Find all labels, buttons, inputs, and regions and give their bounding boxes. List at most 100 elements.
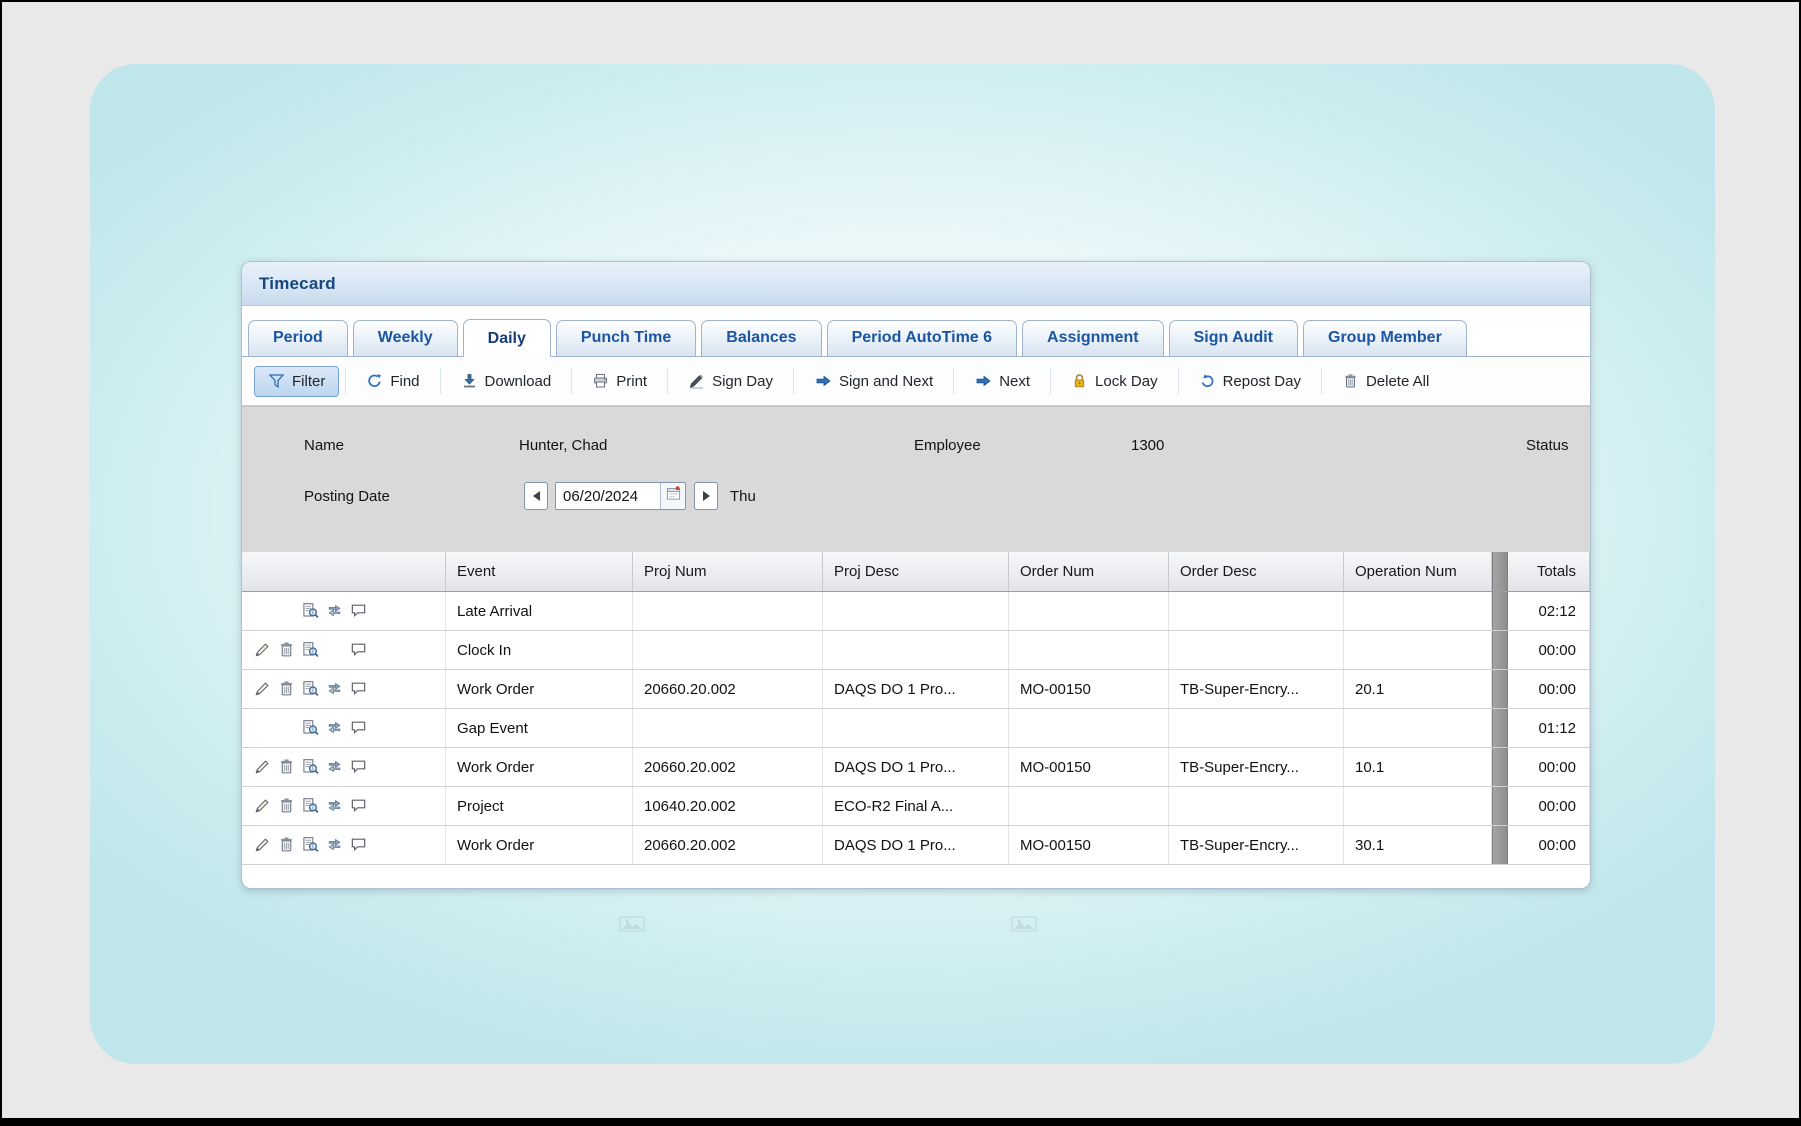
tab-period[interactable]: Period [248, 320, 348, 356]
cell-totals: 01:12 [1508, 709, 1590, 747]
toolbar-divider [1321, 368, 1322, 394]
cell-event: Work Order [446, 826, 633, 864]
cell-totals: 00:00 [1508, 631, 1590, 669]
cell-proj-desc: DAQS DO 1 Pro... [823, 670, 1009, 708]
cell-operation-num [1344, 592, 1492, 630]
transfer-icon[interactable] [326, 758, 348, 776]
zoom-icon[interactable] [302, 797, 324, 815]
column-header-order-desc[interactable]: Order Desc [1169, 552, 1344, 591]
table-row[interactable]: Project 10640.20.002 ECO-R2 Final A... 0… [242, 787, 1590, 826]
column-header-order-num[interactable]: Order Num [1009, 552, 1169, 591]
tab-weekly[interactable]: Weekly [353, 320, 458, 356]
delete-icon[interactable] [278, 836, 300, 854]
edit-icon[interactable] [254, 680, 276, 698]
comment-icon[interactable] [350, 758, 372, 776]
posting-date-label: Posting Date [304, 486, 390, 508]
posting-date-input[interactable] [556, 483, 660, 509]
edit-icon[interactable] [254, 797, 276, 815]
table-row[interactable]: Work Order 20660.20.002 DAQS DO 1 Pro...… [242, 748, 1590, 787]
sign-day-label: Sign Day [712, 373, 773, 390]
cell-event: Work Order [446, 748, 633, 786]
next-day-button[interactable] [694, 482, 718, 510]
toolbar-divider [1178, 368, 1179, 394]
transfer-icon[interactable] [326, 680, 348, 698]
tab-period-autotime-6[interactable]: Period AutoTime 6 [827, 320, 1017, 356]
calendar-icon [666, 486, 681, 506]
comment-icon[interactable] [350, 602, 372, 620]
next-button[interactable]: Next [960, 366, 1044, 397]
zoom-icon[interactable] [302, 641, 324, 659]
zoom-icon[interactable] [302, 602, 324, 620]
right-arrow-icon [703, 491, 710, 501]
tab-strip: Period Weekly Daily Punch Time Balances … [242, 306, 1590, 357]
comment-icon[interactable] [350, 680, 372, 698]
cell-order-num [1009, 592, 1169, 630]
cell-order-desc [1169, 709, 1344, 747]
table-row[interactable]: Late Arrival 02:12 [242, 592, 1590, 631]
filter-button[interactable]: Filter [254, 366, 339, 397]
frozen-column-splitter [1492, 748, 1508, 786]
tab-balances[interactable]: Balances [701, 320, 821, 356]
toolbar-divider [953, 368, 954, 394]
sign-and-next-button[interactable]: Sign and Next [800, 366, 947, 397]
zoom-icon[interactable] [302, 836, 324, 854]
table-row[interactable]: Work Order 20660.20.002 DAQS DO 1 Pro...… [242, 670, 1590, 709]
delete-icon[interactable] [278, 641, 300, 659]
delete-all-button[interactable]: Delete All [1328, 366, 1443, 397]
download-icon [461, 373, 478, 389]
frozen-column-splitter [1492, 631, 1508, 669]
delete-icon[interactable] [278, 680, 300, 698]
comment-icon[interactable] [350, 836, 372, 854]
zoom-icon[interactable] [302, 758, 324, 776]
edit-icon[interactable] [254, 641, 276, 659]
table-row[interactable]: Clock In 00:00 [242, 631, 1590, 670]
previous-day-button[interactable] [524, 482, 548, 510]
column-header-proj-num[interactable]: Proj Num [633, 552, 823, 591]
repost-icon [1199, 373, 1216, 389]
zoom-icon[interactable] [302, 719, 324, 737]
delete-icon[interactable] [278, 797, 300, 815]
cell-proj-num: 20660.20.002 [633, 826, 823, 864]
empty-icon-slot [278, 719, 300, 737]
row-actions [242, 787, 446, 825]
cell-proj-num [633, 631, 823, 669]
tab-assignment[interactable]: Assignment [1022, 320, 1164, 356]
transfer-icon[interactable] [326, 602, 348, 620]
sign-day-icon [688, 373, 705, 389]
column-header-event[interactable]: Event [446, 552, 633, 591]
cell-totals: 00:00 [1508, 826, 1590, 864]
transfer-icon[interactable] [326, 797, 348, 815]
row-actions [242, 670, 446, 708]
column-header-proj-desc[interactable]: Proj Desc [823, 552, 1009, 591]
transfer-icon[interactable] [326, 719, 348, 737]
table-row[interactable]: Gap Event 01:12 [242, 709, 1590, 748]
cell-operation-num [1344, 787, 1492, 825]
calendar-button[interactable] [660, 483, 685, 509]
tab-daily[interactable]: Daily [463, 319, 551, 357]
comment-icon[interactable] [350, 641, 372, 659]
edit-icon[interactable] [254, 836, 276, 854]
tab-sign-audit[interactable]: Sign Audit [1169, 320, 1298, 356]
find-button[interactable]: Find [352, 366, 433, 397]
comment-icon[interactable] [350, 719, 372, 737]
comment-icon[interactable] [350, 797, 372, 815]
left-arrow-icon [533, 491, 540, 501]
column-header-actions [242, 552, 446, 591]
tab-punch-time[interactable]: Punch Time [556, 320, 696, 356]
print-label: Print [616, 373, 647, 390]
print-button[interactable]: Print [578, 366, 661, 397]
repost-day-button[interactable]: Repost Day [1185, 366, 1315, 397]
column-header-operation-num[interactable]: Operation Num [1344, 552, 1492, 591]
edit-icon[interactable] [254, 758, 276, 776]
sign-day-button[interactable]: Sign Day [674, 366, 787, 397]
delete-icon[interactable] [278, 758, 300, 776]
column-header-totals[interactable]: Totals [1508, 552, 1590, 591]
lock-day-button[interactable]: Lock Day [1057, 366, 1172, 397]
download-button[interactable]: Download [447, 366, 566, 397]
tab-group-member[interactable]: Group Member [1303, 320, 1467, 356]
cell-operation-num: 10.1 [1344, 748, 1492, 786]
transfer-icon[interactable] [326, 836, 348, 854]
zoom-icon[interactable] [302, 680, 324, 698]
table-row[interactable]: Work Order 20660.20.002 DAQS DO 1 Pro...… [242, 826, 1590, 865]
cell-event: Work Order [446, 670, 633, 708]
